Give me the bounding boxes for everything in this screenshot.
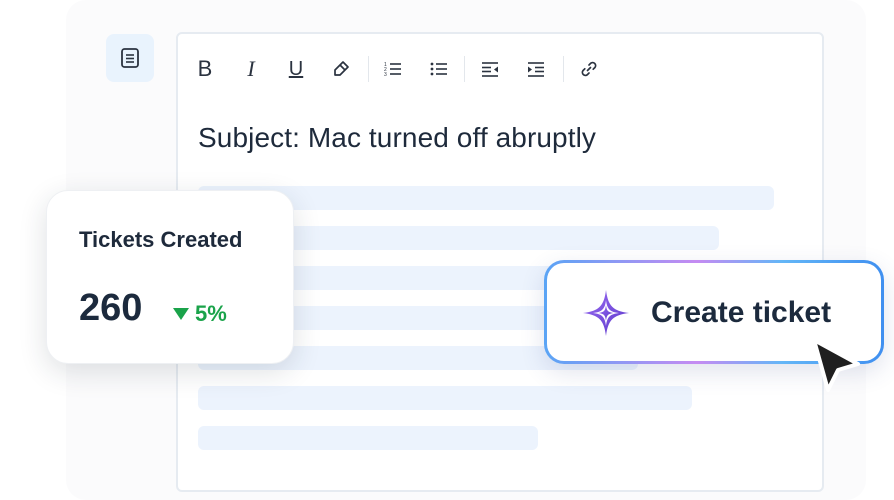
formatting-toolbar: B I U 1 2 3 <box>178 54 822 84</box>
bullet-list-icon[interactable] <box>424 54 454 84</box>
document-icon[interactable] <box>106 34 154 82</box>
bold-glyph: B <box>197 56 213 81</box>
create-ticket-label: Create ticket <box>651 296 832 329</box>
outdent-icon[interactable] <box>475 54 505 84</box>
sparkle-icon <box>583 290 629 336</box>
ticket-subject[interactable]: Subject: Mac turned off abruptly <box>198 122 596 154</box>
highlight-icon[interactable] <box>326 54 356 84</box>
placeholder-line <box>198 426 538 450</box>
underline-glyph: U <box>288 57 304 80</box>
bold-icon[interactable]: B <box>190 54 220 84</box>
underline-icon[interactable]: U <box>281 54 311 84</box>
stat-change: 5% <box>173 301 227 327</box>
italic-icon[interactable]: I <box>236 54 266 84</box>
stat-value: 260 <box>79 287 143 329</box>
toolbar-divider <box>464 56 465 82</box>
toolbar-divider <box>563 56 564 82</box>
link-icon[interactable] <box>574 54 604 84</box>
svg-text:3: 3 <box>384 72 387 78</box>
italic-glyph: I <box>247 56 255 81</box>
stat-change-value: 5% <box>195 301 227 326</box>
down-triangle-icon <box>173 308 189 320</box>
placeholder-line <box>198 386 692 410</box>
ordered-list-icon[interactable]: 1 2 3 <box>378 54 408 84</box>
toolbar-divider <box>368 56 369 82</box>
indent-icon[interactable] <box>521 54 551 84</box>
document-icon-glyph <box>121 48 139 68</box>
stat-title: Tickets Created <box>79 227 243 252</box>
mouse-cursor-icon <box>812 338 860 392</box>
tickets-created-card: Tickets Created 260 5% <box>46 190 294 364</box>
